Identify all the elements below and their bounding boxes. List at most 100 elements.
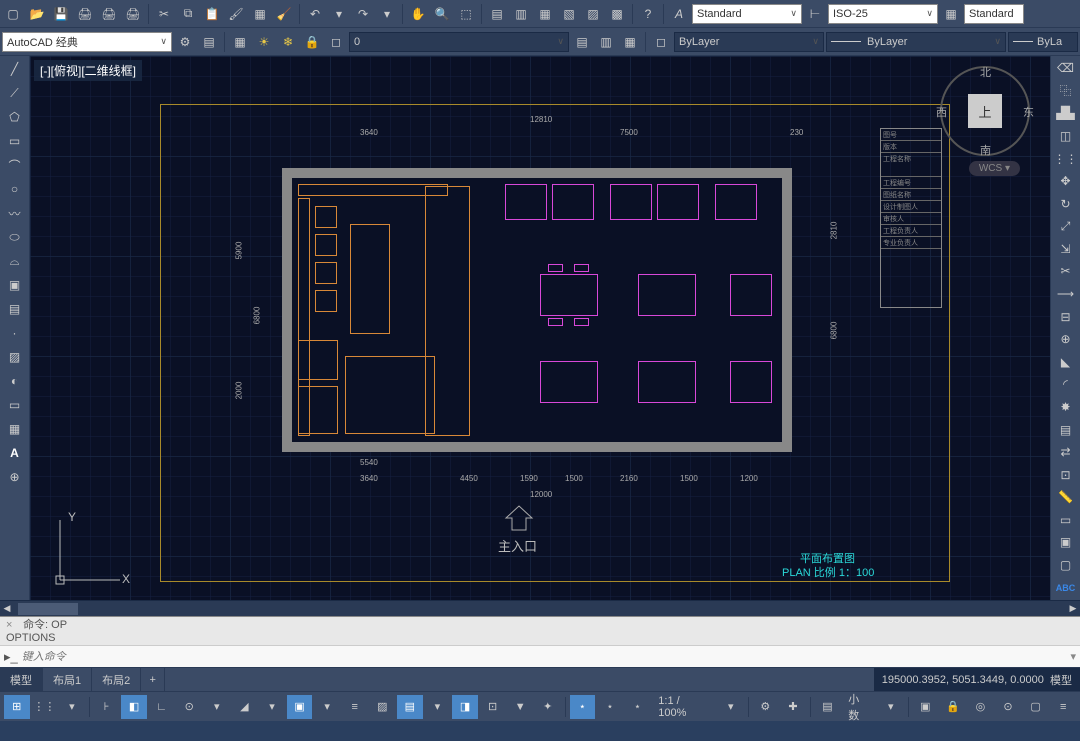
osnap-menu[interactable]: ▾ — [314, 695, 340, 719]
units-menu[interactable]: ▾ — [878, 695, 904, 719]
tab-layout1[interactable]: 布局1 — [43, 668, 92, 691]
selection-cycling[interactable]: ▤ — [397, 695, 423, 719]
circle-icon[interactable]: ○ — [3, 178, 27, 200]
open-icon[interactable]: 📂 — [26, 3, 48, 25]
table-icon[interactable]: ▦ — [3, 418, 27, 440]
sel-filter-toggle[interactable]: ▼ — [507, 695, 533, 719]
compass-south[interactable]: 南 — [980, 142, 991, 158]
scale-icon[interactable]: ⤢ — [1054, 216, 1078, 237]
wcs-badge[interactable]: WCS ▾ — [969, 161, 1020, 176]
spline-icon[interactable]: 〰 — [3, 202, 27, 224]
markup-icon[interactable]: ▨ — [582, 3, 604, 25]
cmd-prompt-icon[interactable]: ▸_ — [4, 649, 18, 665]
sheet-set-icon[interactable]: ▧ — [558, 3, 580, 25]
break-icon[interactable]: ⊟ — [1054, 306, 1078, 327]
lineweight-toggle[interactable]: ≡ — [342, 695, 368, 719]
layer-freeze-icon[interactable]: ❄ — [277, 31, 299, 53]
clean-screen-toggle[interactable]: ▢ — [1023, 695, 1049, 719]
trim-icon[interactable]: ✂ — [1054, 261, 1078, 282]
measure-icon[interactable]: 📏 — [1054, 487, 1078, 508]
redo-dropdown-icon[interactable]: ▾ — [376, 3, 398, 25]
region-icon[interactable]: ▭ — [3, 394, 27, 416]
publish-icon[interactable]: 🖨 — [122, 3, 144, 25]
gizmo-toggle[interactable]: ✦ — [535, 695, 561, 719]
tab-add[interactable]: + — [141, 668, 165, 691]
ortho-toggle[interactable]: ∟ — [149, 695, 175, 719]
infer-toggle[interactable]: ⊦ — [94, 695, 120, 719]
redo-icon[interactable]: ↷ — [352, 3, 374, 25]
command-input[interactable] — [22, 651, 1067, 663]
tab-model[interactable]: 模型 — [0, 668, 43, 691]
layer-props-icon[interactable]: ▦ — [229, 31, 251, 53]
scroll-left-icon[interactable]: ◀ — [0, 603, 14, 614]
purge-icon[interactable]: 🧹 — [273, 3, 295, 25]
offset-icon[interactable]: ◫ — [1054, 126, 1078, 147]
hw-accel-toggle[interactable]: ⊙ — [995, 695, 1021, 719]
3dosnap-toggle[interactable]: ◨ — [452, 695, 478, 719]
layer-prev-icon[interactable]: ▦ — [619, 31, 641, 53]
sc-menu[interactable]: ▾ — [425, 695, 451, 719]
anno-visibility[interactable]: ⋆ — [570, 695, 596, 719]
move-icon[interactable]: ✥ — [1054, 171, 1078, 192]
extend-icon[interactable]: ⟶ — [1054, 284, 1078, 305]
print-icon[interactable]: 🖨 — [74, 3, 96, 25]
new-icon[interactable]: ▢ — [2, 3, 24, 25]
isolate-toggle[interactable]: ◎ — [968, 695, 994, 719]
units-icon[interactable]: ▤ — [815, 695, 841, 719]
zoom-window-icon[interactable]: ⬚ — [455, 3, 477, 25]
ellipse-icon[interactable]: ⬭ — [3, 226, 27, 248]
iso-menu[interactable]: ▾ — [259, 695, 285, 719]
save-icon[interactable]: 💾 — [50, 3, 72, 25]
cmd-expand-icon[interactable]: × — [6, 619, 20, 632]
viewcube[interactable]: 上 北 南 东 西 — [940, 66, 1030, 156]
dynamic-input-toggle[interactable]: ◧ — [121, 695, 147, 719]
workspace-settings-icon[interactable]: ⚙ — [174, 31, 196, 53]
array-icon[interactable]: ⋮⋮ — [1054, 148, 1078, 169]
cut-icon[interactable]: ✂ — [153, 3, 175, 25]
constraint-icon[interactable]: ⊡ — [1054, 464, 1078, 485]
lineweight-dropdown[interactable]: ByLa — [1008, 32, 1078, 52]
layer-lock-icon[interactable]: 🔒 — [301, 31, 323, 53]
anno-scale-icon[interactable]: ⋆ — [625, 695, 651, 719]
reverse-icon[interactable]: ⇄ — [1054, 442, 1078, 463]
scroll-right-icon[interactable]: ▶ — [1066, 603, 1080, 614]
polygon-icon[interactable]: ⬠ — [3, 106, 27, 128]
plot-preview-icon[interactable]: 🖨 — [98, 3, 120, 25]
line-icon[interactable]: ╱ — [3, 58, 27, 80]
hatch-icon[interactable]: ▨ — [3, 346, 27, 368]
rectangle-icon[interactable]: ▭ — [3, 130, 27, 152]
scale-menu[interactable]: ▾ — [718, 695, 744, 719]
table-style-icon[interactable]: ▦ — [940, 3, 962, 25]
polar-menu[interactable]: ▾ — [204, 695, 230, 719]
compass-west[interactable]: 西 — [936, 104, 947, 120]
layer-state-icon[interactable]: ▤ — [571, 31, 593, 53]
workspace-dropdown[interactable]: AutoCAD 经典 ∨ — [2, 32, 172, 52]
erase-icon[interactable]: ⌫ — [1054, 58, 1078, 79]
osnap-toggle[interactable]: ▣ — [287, 695, 313, 719]
addselected-icon[interactable]: ⊕ — [3, 466, 27, 488]
block-editor-icon[interactable]: ▦ — [249, 3, 271, 25]
abc-icon[interactable]: ABC — [1054, 577, 1078, 598]
chamfer-icon[interactable]: ◣ — [1054, 352, 1078, 373]
tool-palette-icon[interactable]: ▦ — [534, 3, 556, 25]
text-style-dropdown[interactable]: Standard ∨ — [692, 4, 802, 24]
layer-on-icon[interactable]: ☀ — [253, 31, 275, 53]
ungroup-icon[interactable]: ▢ — [1054, 555, 1078, 576]
anno-plus[interactable]: ✚ — [780, 695, 806, 719]
draworder-icon[interactable]: ▤ — [1054, 419, 1078, 440]
compass-north[interactable]: 北 — [980, 64, 991, 80]
undo-icon[interactable]: ↶ — [304, 3, 326, 25]
pan-icon[interactable]: ✋ — [407, 3, 429, 25]
layer-iso-icon[interactable]: ▥ — [595, 31, 617, 53]
insert-block-icon[interactable]: ▣ — [3, 274, 27, 296]
viewcube-top-face[interactable]: 上 — [968, 94, 1002, 128]
point-icon[interactable]: · — [3, 322, 27, 344]
make-block-icon[interactable]: ▤ — [3, 298, 27, 320]
dim-style-dropdown[interactable]: ISO-25 ∨ — [828, 4, 938, 24]
arc-icon[interactable]: ⌒ — [3, 154, 27, 176]
polar-toggle[interactable]: ⊙ — [176, 695, 202, 719]
compass-east[interactable]: 东 — [1023, 104, 1034, 120]
gradient-icon[interactable]: ◐ — [3, 370, 27, 392]
canvas-hscrollbar[interactable]: ◀ ▶ — [0, 600, 1080, 616]
copy-icon[interactable]: ⧉ — [177, 3, 199, 25]
